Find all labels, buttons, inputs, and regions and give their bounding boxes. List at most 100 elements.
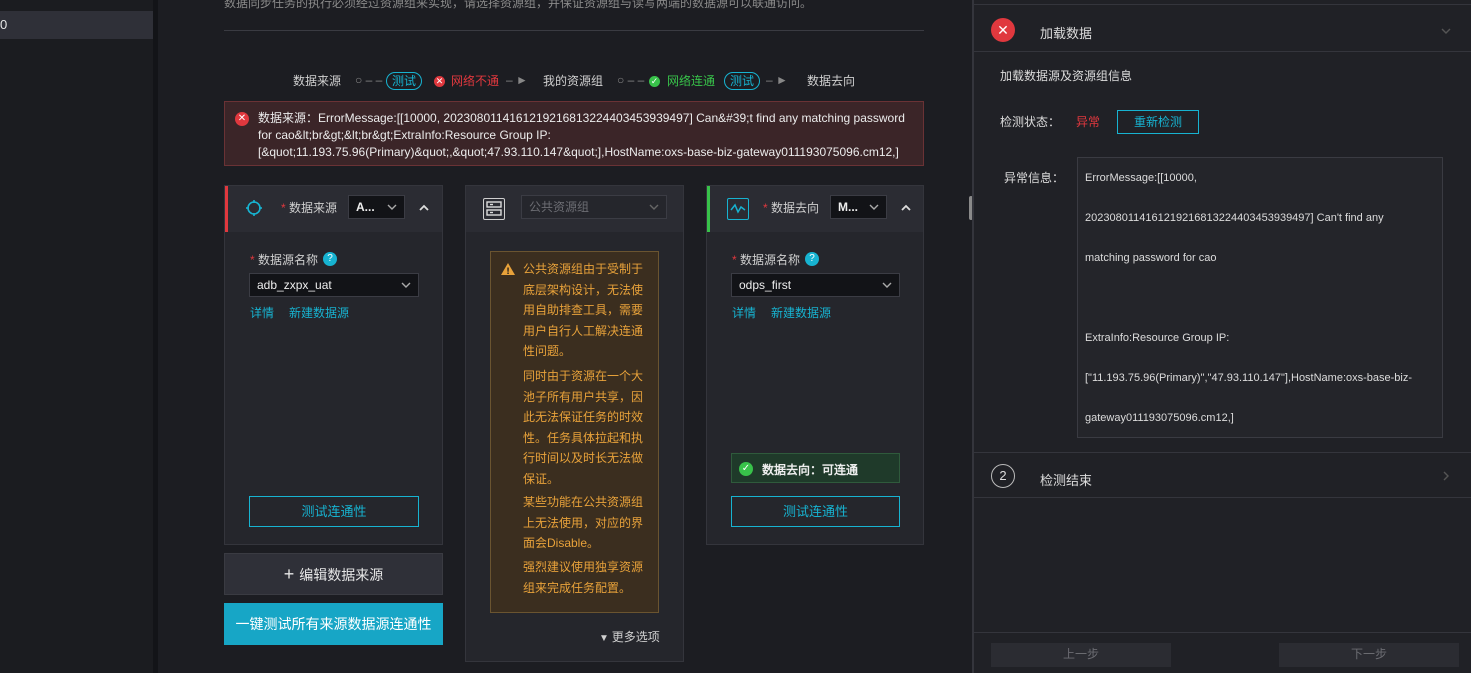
target-type-select[interactable]: M... [830,195,887,219]
source-name-select[interactable]: adb_zxpx_uat [249,273,419,297]
double-chevron-down-icon: ▼ [599,633,612,644]
flow-connector-1: ○ – – [355,73,383,87]
more-options-toggle[interactable]: ▼ 更多选项 [599,628,660,645]
flow-fail-icon: ✕ [434,76,445,87]
next-step-button[interactable]: 下一步 [1279,643,1459,667]
flow-test-target-button[interactable]: 测试 [724,72,761,90]
header-divider [224,30,924,31]
resource-warning-box: ! 公共资源组由于受制于底层架构设计，无法使用自助排查工具，需要用户自行人工解决… [490,251,659,613]
source-icon [245,199,263,217]
step2-header[interactable]: 2 检测结束 [974,452,1471,498]
resource-group-select[interactable]: 公共资源组 [521,195,667,219]
section-title: 加载数据源及资源组信息 [1000,69,1133,83]
error-line: ["11.193.75.96(Primary)","47.93.110.147"… [1085,372,1413,384]
target-new-datasource-link[interactable]: 新建数据源 [771,304,831,321]
target-name-select[interactable]: odps_first [731,273,900,297]
target-card: * 数据去向 M... * 数据源名称 ? odps_first 详情 新建数据… [706,185,924,545]
svg-text:!: ! [506,267,510,276]
flow-source-label: 数据来源 [293,74,342,88]
source-detail-link[interactable]: 详情 [250,304,274,321]
more-options-label: 更多选项 [611,630,660,644]
warning-icon: ! [501,263,515,276]
flow-test-source-button[interactable]: 测试 [386,72,423,90]
source-card-title-wrap: * 数据来源 [281,201,338,215]
flow-status-ok: 网络连通 [667,74,716,88]
source-type-select[interactable]: A... [348,195,405,219]
target-icon [727,198,749,220]
source-card-header: * 数据来源 A... [225,186,442,232]
target-name-label-wrap: * 数据源名称 [732,253,801,267]
check-status-value: 异常 [1076,115,1101,129]
error-line: gateway011193075096.cm12,] [1085,412,1234,424]
warning-paragraph-3: 某些功能在公共资源组上无法使用，对应的界面会Disable。 [523,495,644,550]
step1-title: 加载数据 [1040,26,1093,41]
source-card: * 数据来源 A... * 数据源名称 ? adb_zxpx_uat 详情 新建… [224,185,443,545]
chevron-down-icon [869,204,879,210]
error-step-icon: ✕ [991,18,1015,42]
header-hint: 数据同步任务的执行必须经过资源组来实现，请选择资源组，并保证资源组与读写两端的数… [224,0,813,10]
step1-header[interactable]: ✕ 加载数据 [974,5,1471,52]
target-status-box: ✓ 数据去向：可连通 [731,453,900,483]
warning-paragraph-4: 强烈建议使用独享资源组来完成任务配置。 [523,560,644,595]
check-circle-icon: ✓ [739,462,753,476]
chevron-down-icon [882,282,892,288]
help-icon[interactable]: ? [805,252,819,266]
target-status-text: 数据去向：可连通 [762,463,859,477]
error-line: ExtraInfo:Resource Group IP: [1085,332,1230,344]
step2-number: 2 [991,464,1015,488]
source-type-value: A... [356,200,375,214]
chevron-down-icon [1441,28,1451,34]
target-detail-link[interactable]: 详情 [732,304,756,321]
target-type-value: M... [838,200,858,214]
chevron-down-icon [401,282,411,288]
source-name-label-wrap: * 数据源名称 [250,253,319,267]
source-name-value: adb_zxpx_uat [257,278,332,292]
prev-step-button[interactable]: 上一步 [991,643,1171,667]
target-name-label: 数据源名称 [740,253,801,267]
target-name-value: odps_first [739,278,792,292]
resource-card-header: 公共资源组 [466,186,683,232]
check-status-label: 检测状态： [1000,115,1061,129]
error-icon: ✕ [235,112,249,126]
source-card-title: 数据来源 [289,201,338,215]
left-nav-selected-item[interactable]: 0 [0,11,153,39]
collapse-icon[interactable] [900,202,912,214]
test-all-button[interactable]: 一键测试所有来源数据源连通性 [224,603,443,645]
plus-icon: + [283,564,300,584]
target-card-title-wrap: * 数据去向 [763,201,820,215]
chevron-down-icon [387,204,397,210]
flow-arrow-1: – ► [506,73,528,87]
source-new-datasource-link[interactable]: 新建数据源 [289,304,349,321]
edit-source-label: 编辑数据来源 [299,567,384,583]
chevron-right-icon [1443,471,1449,481]
server-icon [483,198,505,220]
error-line: ErrorMessage:[[10000, [1085,172,1197,184]
chevron-down-icon [649,204,659,210]
error-banner-text: 数据来源：ErrorMessage:[[10000, 2023080114161… [258,111,905,159]
resource-group-placeholder: 公共资源组 [529,200,590,214]
source-test-connectivity-button[interactable]: 测试连通性 [249,496,419,527]
warning-paragraph-2: 同时由于资源在一个大池子所有用户共享，因此无法保证任务的时效性。任务具体拉起和执… [523,369,644,486]
collapse-icon[interactable] [418,202,430,214]
help-icon[interactable]: ? [323,252,337,266]
error-info-label: 异常信息： [1004,171,1065,185]
edit-source-button[interactable]: + 编辑数据来源 [224,553,443,595]
flow-arrow-2: – ► [766,73,788,87]
recheck-button[interactable]: 重新检测 [1117,110,1199,134]
target-card-header: * 数据去向 M... [707,186,923,232]
flow-target-label: 数据去向 [807,74,856,88]
warning-paragraph-1: 公共资源组由于受制于底层架构设计，无法使用自助排查工具，需要用户自行人工解决连通… [523,262,644,358]
flow-connector-2: ○ – – [617,73,645,87]
step2-title: 检测结束 [1040,473,1093,488]
error-banner: ✕ 数据来源：ErrorMessage:[[10000, 20230801141… [224,101,924,166]
target-card-title: 数据去向 [771,201,820,215]
flow-ok-icon: ✓ [649,76,660,87]
source-name-label: 数据源名称 [258,253,319,267]
error-info-box: ErrorMessage:[[10000, 202308011416121921… [1077,157,1443,438]
flow-my-resource-group: 我的资源组 [543,74,604,88]
error-line: 2023080114161219216813224403453939497] C… [1085,212,1384,224]
flow-status-fail: 网络不通 [451,74,500,88]
left-nav: 0 [0,0,153,673]
error-line: matching password for cao [1085,252,1217,264]
target-test-connectivity-button[interactable]: 测试连通性 [731,496,900,527]
